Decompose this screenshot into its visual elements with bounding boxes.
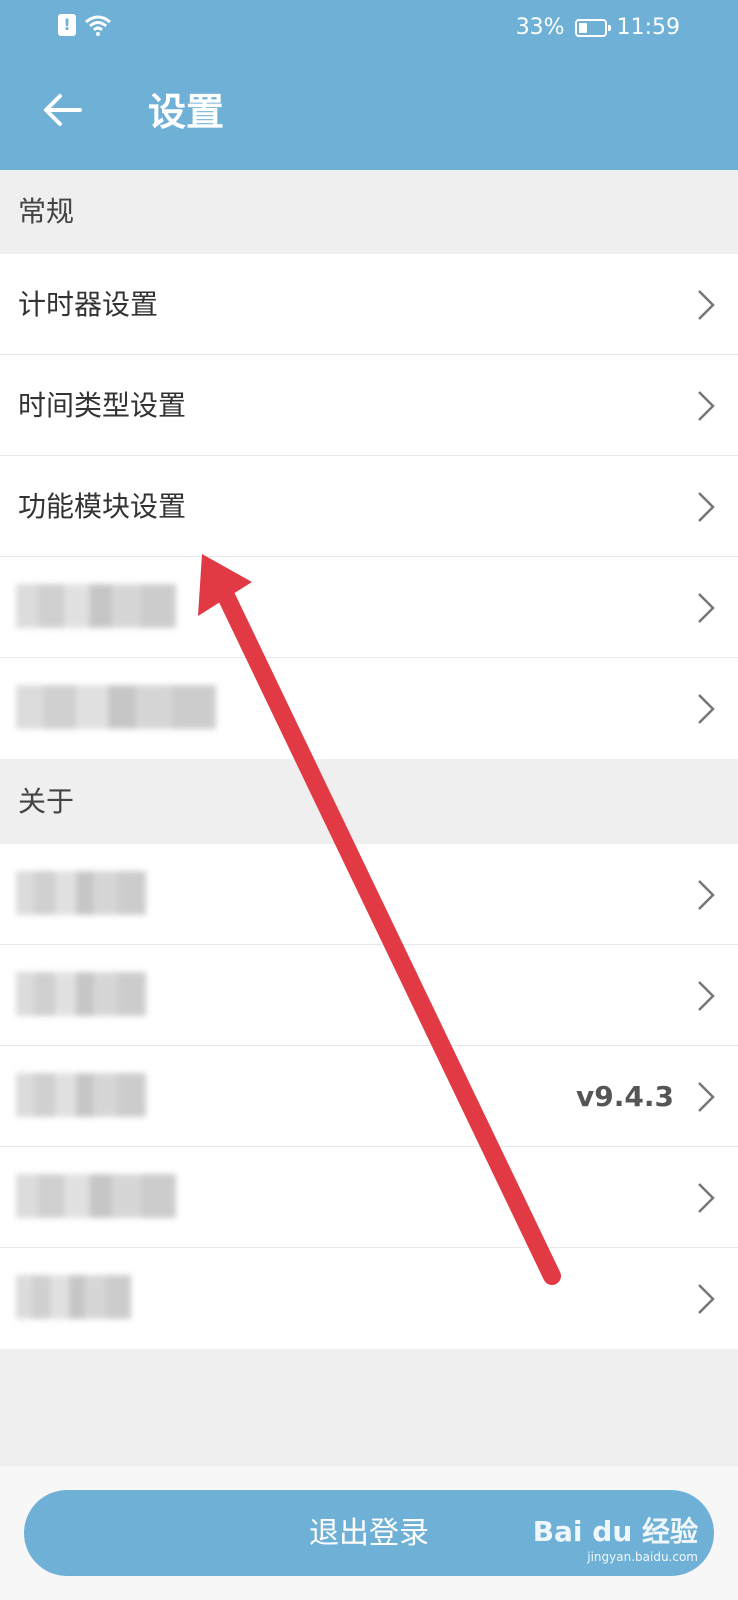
about-item-blurred[interactable] [0,1248,738,1349]
chevron-right-icon [698,1183,715,1213]
blurred-label [16,1073,146,1117]
status-bar: ! 33% 11:59 [0,0,738,56]
blurred-label [16,584,176,628]
chevron-right-icon [698,492,715,522]
settings-item-blurred[interactable] [0,658,738,759]
settings-item-blurred[interactable] [0,557,738,658]
about-item-blurred[interactable] [0,844,738,945]
blurred-label [16,1174,176,1218]
about-item-version[interactable]: v9.4.3 [0,1046,738,1147]
wifi-icon [85,15,111,36]
battery-percent: 33% [515,15,565,40]
chevron-right-icon [698,981,715,1011]
alert-icon: ! [58,14,76,36]
watermark: Bai du 经验 jingyan.baidu.com [532,1515,698,1564]
page-title: 设置 [148,90,225,134]
battery-icon [574,19,611,37]
settings-item-label: 功能模块设置 [18,490,187,523]
section-header-general: 常规 [0,170,738,254]
chevron-right-icon [698,880,715,910]
back-arrow-icon [44,94,82,126]
about-item-blurred[interactable] [0,945,738,1046]
chevron-right-icon [698,694,715,724]
blurred-label [16,1275,131,1319]
version-value: v9.4.3 [576,1080,674,1113]
status-time: 11:59 [616,15,680,40]
status-right: 33% 11:59 [516,14,680,42]
logout-area: 退出登录 Bai du 经验 jingyan.baidu.com [0,1466,738,1600]
chevron-right-icon [698,1082,715,1112]
chevron-right-icon [698,391,715,421]
status-left: ! [58,14,112,36]
blurred-label [16,871,146,915]
settings-item-function-module[interactable]: 功能模块设置 [0,456,738,557]
blurred-label [16,972,146,1016]
app-bar: 设置 [0,56,738,170]
settings-item-label: 时间类型设置 [18,389,187,422]
blurred-label [16,685,216,729]
about-item-blurred[interactable] [0,1147,738,1248]
chevron-right-icon [698,1284,715,1314]
settings-item-timer[interactable]: 计时器设置 [0,254,738,355]
back-button[interactable] [34,82,90,138]
settings-item-label: 计时器设置 [18,288,159,321]
section-header-about: 关于 [0,760,738,844]
chevron-right-icon [698,593,715,623]
chevron-right-icon [698,290,715,320]
settings-item-time-type[interactable]: 时间类型设置 [0,355,738,456]
